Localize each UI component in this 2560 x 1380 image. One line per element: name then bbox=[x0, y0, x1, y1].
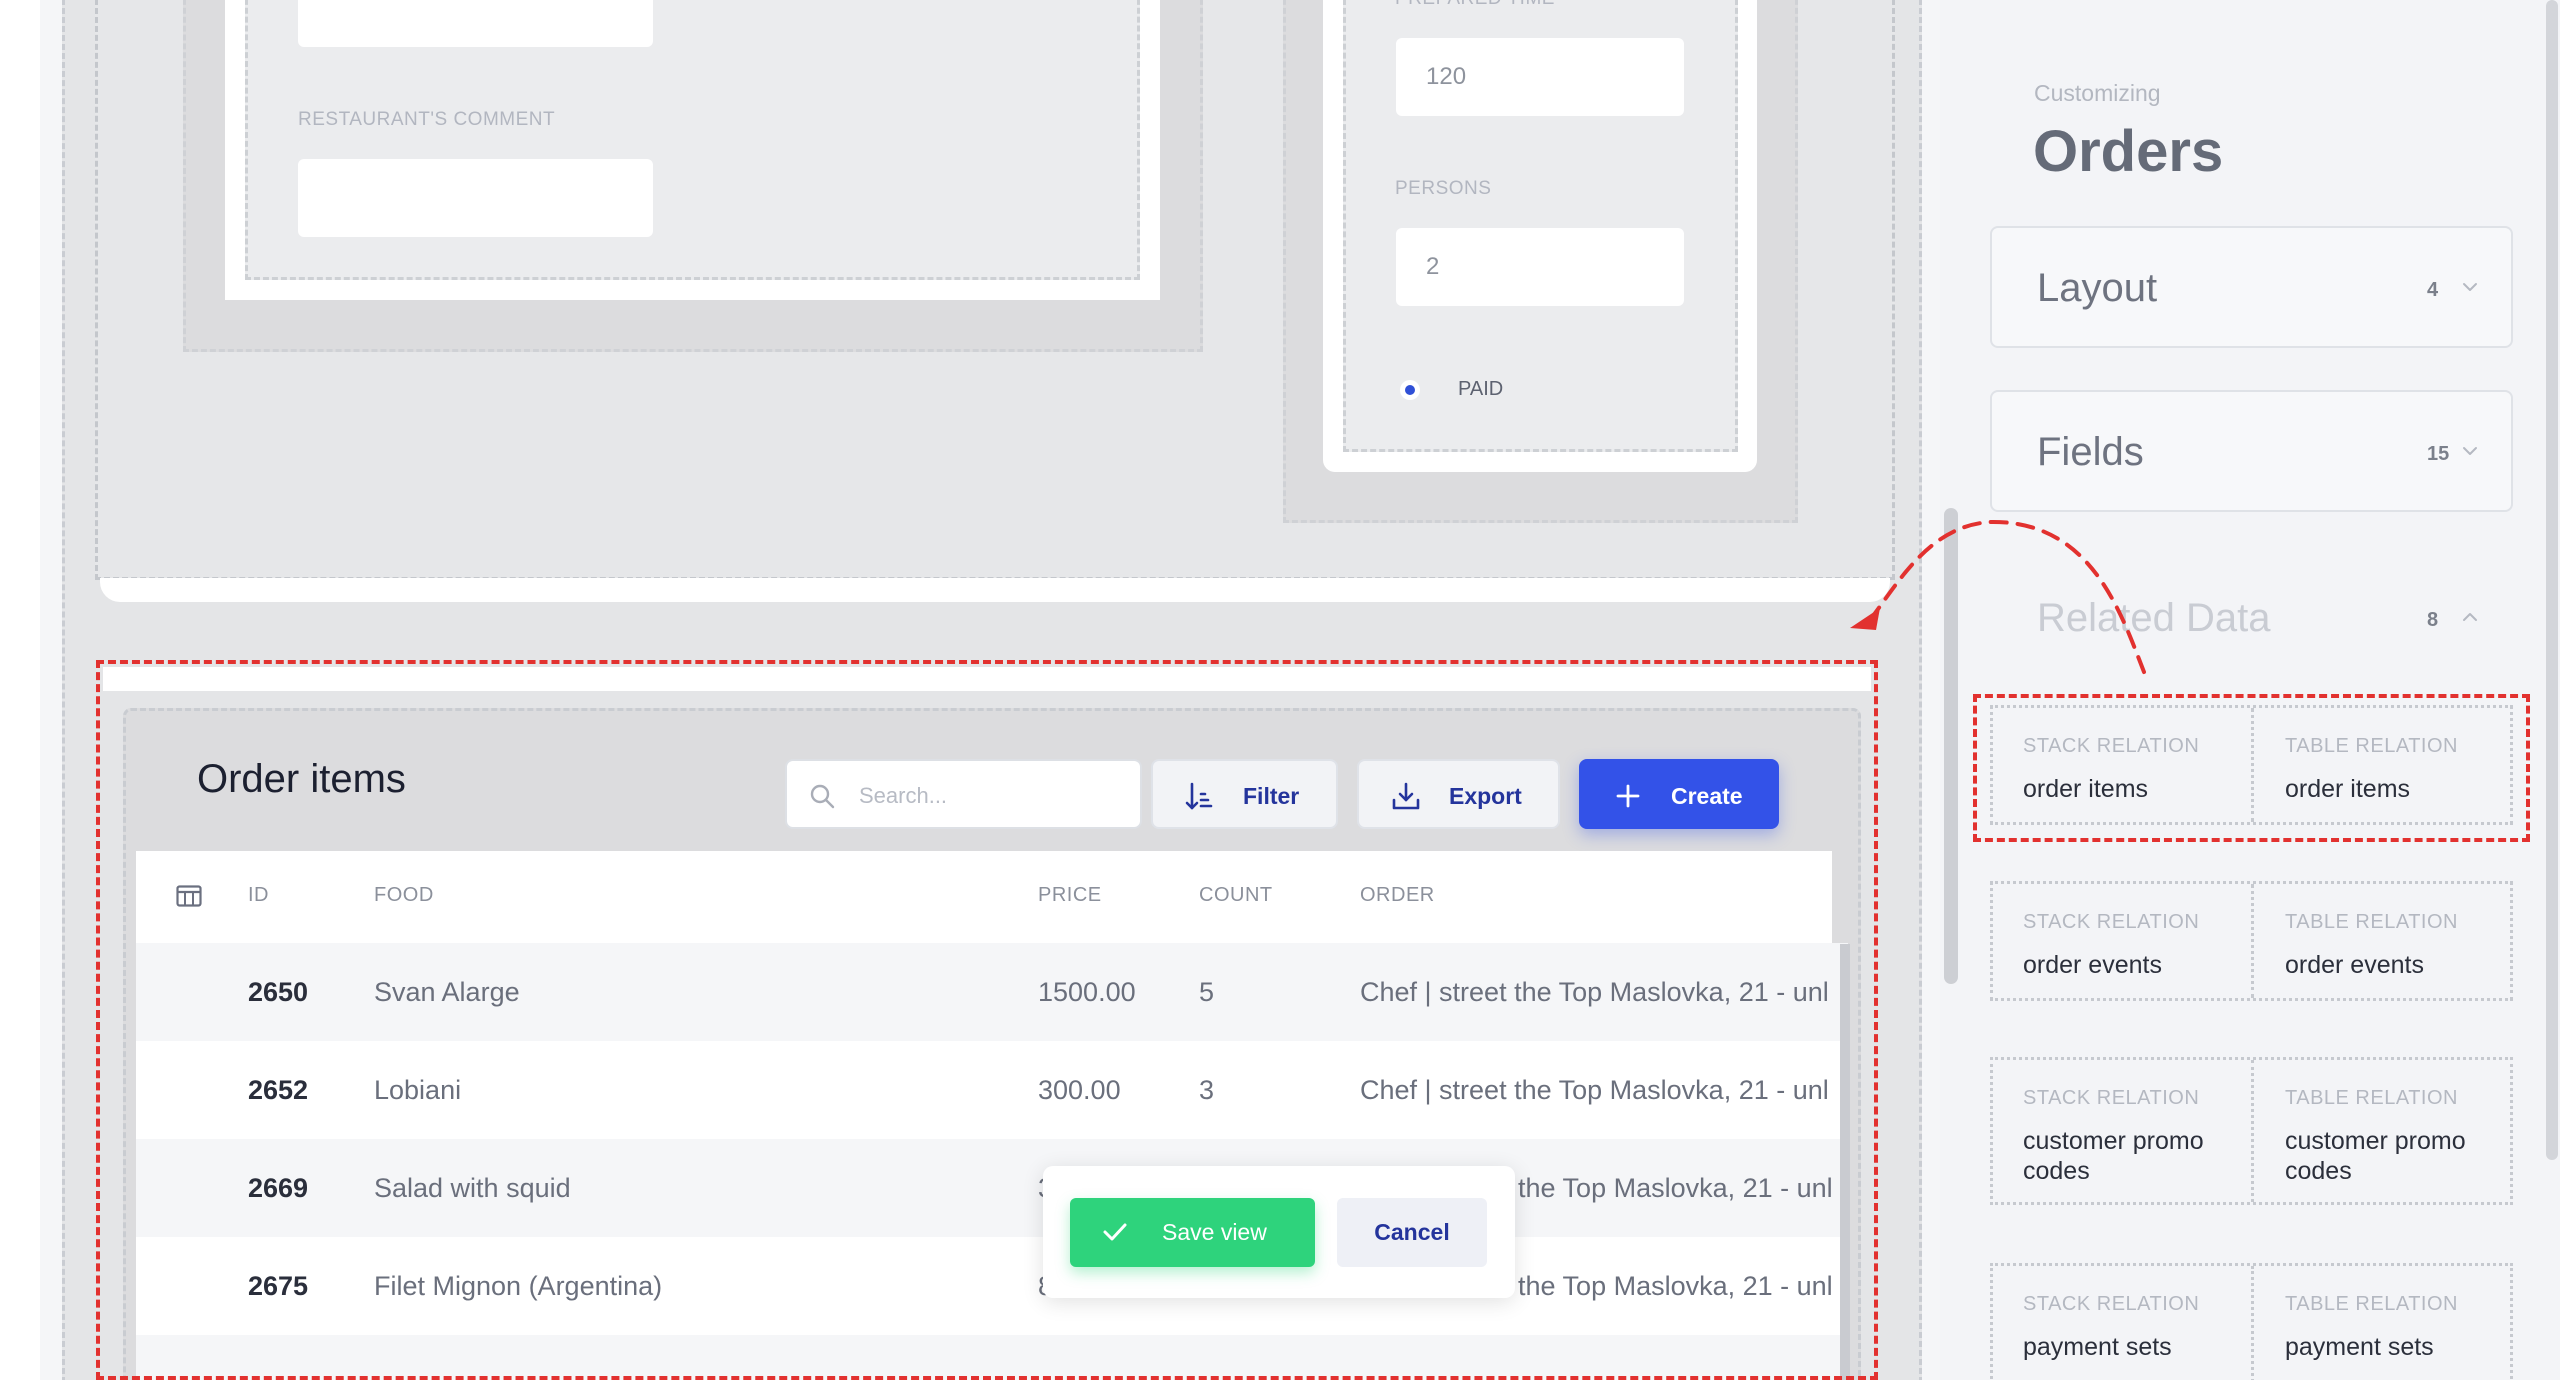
check-icon bbox=[1103, 1223, 1127, 1241]
restaurant-comment-label: RESTAURANT'S COMMENT bbox=[298, 109, 556, 130]
table-row[interactable] bbox=[136, 1335, 1848, 1380]
cell-order: Chef | street the Top Maslovka, 21 - unl bbox=[1360, 1075, 1829, 1105]
export-label: Export bbox=[1449, 783, 1522, 809]
cell-food: Svan Alarge bbox=[374, 977, 520, 1007]
paid-label: PAID bbox=[1458, 378, 1504, 400]
chevron-up-icon bbox=[2463, 613, 2477, 621]
create-button[interactable]: Create bbox=[1579, 759, 1779, 829]
relation-divider bbox=[2251, 884, 2254, 998]
save-view-label: Save view bbox=[1162, 1219, 1267, 1245]
table-relation-type: TABLE RELATION bbox=[2285, 911, 2458, 933]
relation-group-order-events: STACK RELATION order events TABLE RELATI… bbox=[1990, 881, 2513, 1001]
persons-field[interactable]: 2 bbox=[1396, 228, 1684, 306]
layout-section-label: Layout bbox=[2037, 266, 2158, 310]
column-header-food[interactable]: FOOD bbox=[374, 884, 434, 907]
fields-section-label: Fields bbox=[2037, 430, 2144, 474]
table-relation-type: TABLE RELATION bbox=[2285, 1293, 2458, 1315]
relation-divider bbox=[2251, 1060, 2254, 1202]
table-row[interactable]: 2675 Filet Mignon (Argentina) 8 the Top … bbox=[136, 1237, 1848, 1335]
chevron-down-icon bbox=[2463, 283, 2477, 291]
save-view-popup: Save view Cancel bbox=[1043, 1166, 1515, 1298]
cancel-button[interactable]: Cancel bbox=[1337, 1198, 1487, 1267]
cancel-label: Cancel bbox=[1374, 1219, 1450, 1245]
table-row[interactable]: 2669 Salad with squid 3 the Top Maslovka… bbox=[136, 1139, 1848, 1237]
highlight-frame-relation bbox=[1973, 694, 2530, 842]
cell-food: Filet Mignon (Argentina) bbox=[374, 1271, 663, 1301]
table-relation-type: TABLE RELATION bbox=[2285, 1087, 2458, 1109]
sidebar-scrollbar[interactable] bbox=[2546, 0, 2558, 1160]
stack-relation-payment-sets[interactable]: payment sets bbox=[2023, 1332, 2243, 1362]
table-columns-icon[interactable] bbox=[176, 885, 202, 907]
order-items-table: ID FOOD PRICE COUNT ORDER 2650 Svan Alar… bbox=[136, 851, 1848, 1380]
stack-relation-type: STACK RELATION bbox=[2023, 1293, 2200, 1315]
top-text-field[interactable] bbox=[298, 0, 653, 47]
canvas-left-gutter bbox=[0, 0, 40, 1380]
cell-count: 3 bbox=[1199, 1075, 1215, 1105]
cell-order: the Top Maslovka, 21 - unl bbox=[1518, 1173, 1833, 1203]
cell-count: 5 bbox=[1199, 977, 1215, 1007]
table-row[interactable]: 2652 Lobiani 300.00 3 Chef | street the … bbox=[136, 1041, 1848, 1139]
relation-group-payment-sets: STACK RELATION payment sets TABLE RELATI… bbox=[1990, 1263, 2513, 1380]
fields-section-count: 15 bbox=[2427, 443, 2450, 465]
filter-label: Filter bbox=[1243, 783, 1300, 809]
cell-price: 300.00 bbox=[1038, 1075, 1121, 1105]
order-block-top-strip bbox=[103, 667, 1871, 691]
table-relation-payment-sets[interactable]: payment sets bbox=[2285, 1332, 2505, 1362]
prepared-time-label: PREPARED TIME bbox=[1395, 0, 1555, 10]
cell-order: Chef | street the Top Maslovka, 21 - unl bbox=[1360, 977, 1829, 1007]
persons-label: PERSONS bbox=[1395, 178, 1492, 199]
search-icon bbox=[810, 784, 835, 809]
sort-filter-icon bbox=[1185, 782, 1213, 810]
stack-relation-type: STACK RELATION bbox=[2023, 911, 2200, 933]
create-label: Create bbox=[1671, 783, 1743, 809]
relation-divider bbox=[2251, 1266, 2254, 1380]
related-data-section-count: 8 bbox=[2427, 609, 2439, 631]
prepared-time-value: 120 bbox=[1426, 63, 1467, 90]
download-icon bbox=[1392, 782, 1420, 810]
cell-price: 1500.00 bbox=[1038, 977, 1136, 1007]
layout-section-toggle[interactable]: Layout 4 bbox=[1990, 226, 2513, 348]
export-button[interactable]: Export bbox=[1357, 759, 1560, 829]
stack-relation-type: STACK RELATION bbox=[2023, 1087, 2200, 1109]
stack-relation-order-events[interactable]: order events bbox=[2023, 950, 2243, 980]
cell-id: 2675 bbox=[248, 1271, 309, 1301]
table-relation-order-events[interactable]: order events bbox=[2285, 950, 2505, 980]
column-header-order[interactable]: ORDER bbox=[1360, 884, 1435, 907]
paid-checkbox[interactable] bbox=[1400, 380, 1420, 400]
table-header: ID FOOD PRICE COUNT ORDER bbox=[136, 851, 1832, 943]
table-scrollbar[interactable] bbox=[1840, 944, 1850, 1380]
column-header-price[interactable]: PRICE bbox=[1038, 884, 1102, 907]
order-items-title: Order items bbox=[197, 757, 406, 801]
layout-section-count: 4 bbox=[2427, 279, 2439, 301]
cell-id: 2669 bbox=[248, 1173, 309, 1203]
search-input[interactable]: Search... bbox=[785, 759, 1142, 829]
block-divider bbox=[100, 578, 1890, 602]
relation-group-customer-promo-codes: STACK RELATION customer promo codes TABL… bbox=[1990, 1057, 2513, 1205]
table-relation-customer-promo-codes[interactable]: customer promo codes bbox=[2285, 1126, 2505, 1186]
column-header-id[interactable]: ID bbox=[248, 884, 269, 907]
cell-order: the Top Maslovka, 21 - unl bbox=[1518, 1271, 1833, 1301]
persons-value: 2 bbox=[1426, 253, 1440, 280]
chevron-down-icon bbox=[2463, 447, 2477, 455]
fields-section-toggle[interactable]: Fields 15 bbox=[1990, 390, 2513, 512]
layout-canvas: RESTAURANT'S COMMENT PREPARED TIME 120 P… bbox=[0, 0, 1940, 1380]
stack-relation-customer-promo-codes[interactable]: customer promo codes bbox=[2023, 1126, 2243, 1186]
cell-id: 2650 bbox=[248, 977, 309, 1007]
plus-icon bbox=[1616, 784, 1640, 808]
restaurant-comment-field[interactable] bbox=[298, 159, 653, 237]
filter-button[interactable]: Filter bbox=[1151, 759, 1338, 829]
save-view-button[interactable]: Save view bbox=[1070, 1198, 1315, 1267]
prepared-time-field[interactable]: 120 bbox=[1396, 38, 1684, 116]
column-header-count[interactable]: COUNT bbox=[1199, 884, 1273, 907]
table-row[interactable]: 2650 Svan Alarge 1500.00 5 Chef | street… bbox=[136, 943, 1848, 1041]
cell-food: Lobiani bbox=[374, 1075, 462, 1105]
cell-food: Salad with squid bbox=[374, 1173, 571, 1203]
drag-arrow-icon bbox=[1850, 519, 2146, 674]
cell-id: 2652 bbox=[248, 1075, 309, 1105]
sidebar-subtitle: Customizing bbox=[2034, 80, 2161, 106]
sidebar-title: Orders bbox=[2033, 119, 2224, 184]
search-placeholder: Search... bbox=[859, 783, 948, 808]
